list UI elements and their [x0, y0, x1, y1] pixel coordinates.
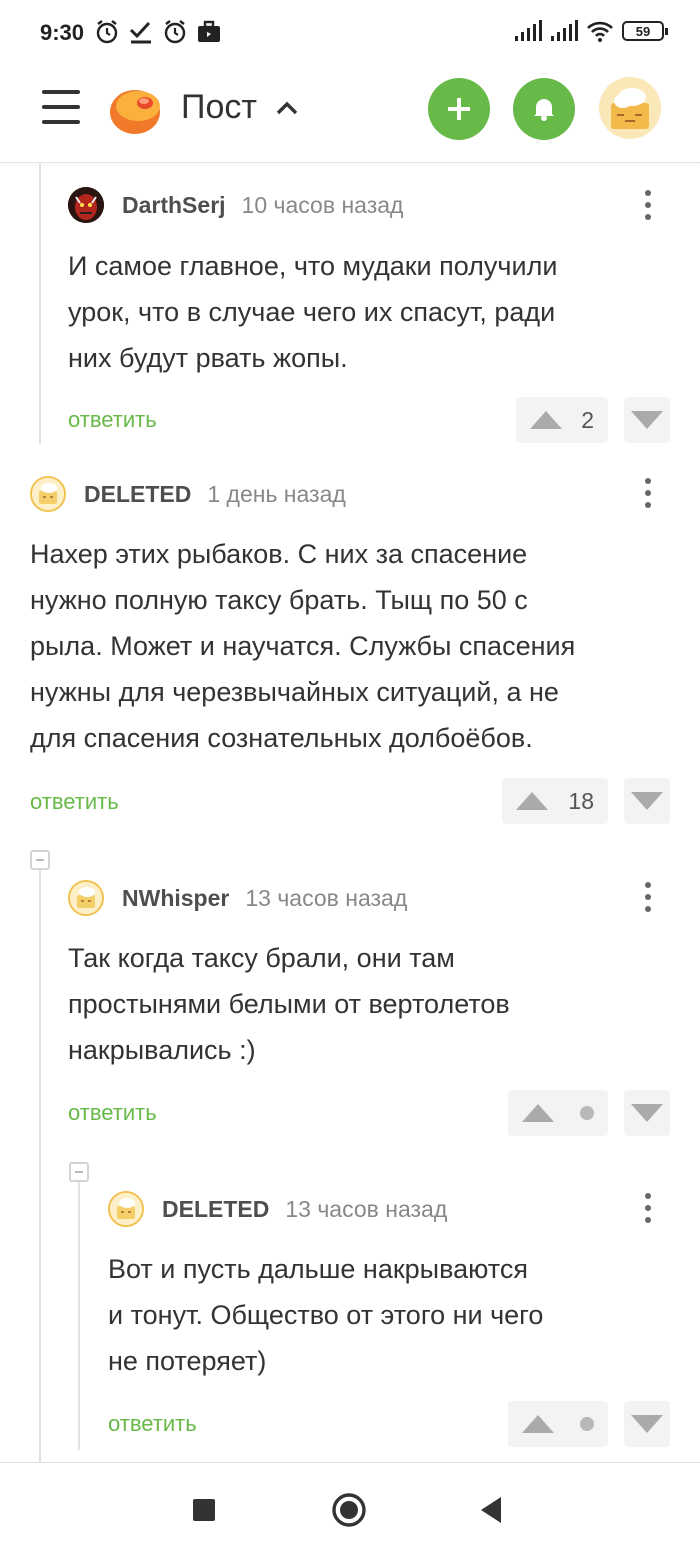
- bell-icon: [534, 99, 554, 121]
- arrow-up-icon: [522, 1415, 554, 1433]
- thread-line: [78, 1182, 80, 1450]
- arrow-up-icon: [530, 411, 562, 429]
- recents-button[interactable]: [192, 1498, 216, 1527]
- plus-icon: [448, 98, 470, 120]
- downvote-button[interactable]: [624, 1401, 670, 1447]
- signal-icon: [551, 20, 578, 41]
- arrow-down-icon: [631, 1415, 663, 1433]
- thread-line: [39, 164, 41, 444]
- downvote-button[interactable]: [624, 1090, 670, 1136]
- status-time: 9:30: [40, 20, 85, 45]
- comment-time: 1 день назад: [207, 480, 346, 507]
- alarm-icon: [96, 20, 118, 44]
- reply-link[interactable]: ответить: [68, 407, 157, 433]
- arrow-up-icon: [516, 792, 548, 810]
- status-system-icons: 59: [514, 20, 668, 42]
- collapse-thread-button[interactable]: [69, 1162, 89, 1182]
- comment-time: 13 часов назад: [245, 884, 408, 911]
- recents-square-icon: [193, 1499, 215, 1521]
- arrow-down-icon: [631, 792, 663, 810]
- comment-text: Вот и пусть дальше накрываются и тонут. О…: [108, 1254, 544, 1376]
- comment-header: DarthSerj 10 часов назад: [68, 187, 403, 223]
- logo-icon[interactable]: [108, 82, 162, 136]
- signal-icon: [515, 20, 542, 41]
- avatar[interactable]: [108, 1191, 144, 1227]
- back-button[interactable]: [479, 1496, 503, 1529]
- battery-level: 59: [635, 23, 651, 39]
- upvote-button[interactable]: [508, 1401, 608, 1447]
- comment-author[interactable]: NWhisper: [122, 885, 229, 912]
- reply-link[interactable]: ответить: [108, 1411, 197, 1437]
- comment-header: DELETED 13 часов назад: [108, 1191, 447, 1227]
- more-options-icon[interactable]: [638, 882, 658, 922]
- comment-author[interactable]: DarthSerj: [122, 192, 226, 219]
- rating-neutral-dot: [580, 1417, 594, 1431]
- rating-count: 2: [581, 406, 594, 433]
- menu-icon: [42, 90, 80, 94]
- comment-time: 13 часов назад: [285, 1195, 448, 1222]
- comment-author[interactable]: DELETED: [162, 1196, 269, 1223]
- add-post-button[interactable]: [428, 78, 490, 140]
- notifications-button[interactable]: [513, 78, 575, 140]
- comment-text: Так когда таксу брали, они там простынями…: [68, 943, 510, 1065]
- back-triangle-icon: [481, 1497, 501, 1523]
- comment-time: 10 часов назад: [241, 191, 404, 218]
- user-avatar[interactable]: [599, 77, 661, 139]
- more-options-icon[interactable]: [638, 1193, 658, 1233]
- downvote-button[interactable]: [624, 778, 670, 824]
- collapse-thread-button[interactable]: [30, 850, 50, 870]
- reply-link[interactable]: ответить: [68, 1100, 157, 1126]
- thread-line: [39, 870, 41, 1462]
- comment-text: Нахер этих рыбаков. С них за спасение нуж…: [30, 539, 576, 753]
- alarm-icon: [164, 20, 186, 44]
- downvote-button[interactable]: [624, 397, 670, 443]
- home-circle-icon: [332, 1493, 366, 1527]
- status-notification-icons: [94, 18, 222, 46]
- menu-button[interactable]: [42, 90, 80, 126]
- upvote-button[interactable]: [508, 1090, 608, 1136]
- comment-header: DELETED 1 день назад: [30, 476, 346, 512]
- arrow-down-icon: [631, 411, 663, 429]
- check-icon: [129, 21, 151, 44]
- chevron-up-icon[interactable]: [274, 96, 300, 122]
- more-options-icon[interactable]: [638, 478, 658, 518]
- battery-icon: 59: [622, 21, 668, 41]
- avatar[interactable]: [30, 476, 66, 512]
- arrow-down-icon: [631, 1104, 663, 1122]
- upvote-button[interactable]: 2: [516, 397, 608, 443]
- app-bar: [0, 68, 700, 163]
- comment-text: И самое главное, что мудаки получили урок…: [68, 251, 558, 373]
- briefcase-icon: [198, 20, 220, 42]
- rating-count: 18: [568, 787, 594, 814]
- page-title[interactable]: Пост: [181, 88, 257, 127]
- comment-author[interactable]: DELETED: [84, 481, 191, 508]
- upvote-button[interactable]: 18: [502, 778, 608, 824]
- reply-link[interactable]: ответить: [30, 789, 119, 815]
- rating-neutral-dot: [580, 1106, 594, 1120]
- avatar[interactable]: [68, 880, 104, 916]
- comment-header: NWhisper 13 часов назад: [68, 880, 407, 916]
- wifi-icon: [587, 21, 613, 42]
- system-nav-bar: [0, 1462, 700, 1557]
- status-bar: 9:30 59: [0, 0, 700, 68]
- avatar[interactable]: [68, 187, 104, 223]
- arrow-up-icon: [522, 1104, 554, 1122]
- home-button[interactable]: [331, 1492, 367, 1533]
- more-options-icon[interactable]: [638, 190, 658, 230]
